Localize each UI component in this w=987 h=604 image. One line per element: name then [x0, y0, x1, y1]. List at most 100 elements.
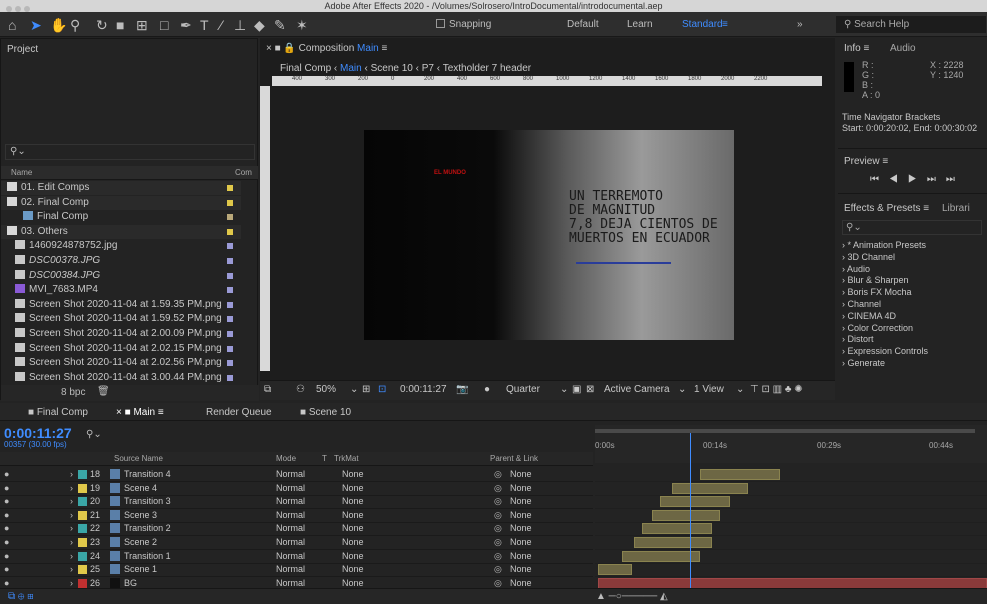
trkmat-dropdown[interactable]: None — [342, 467, 364, 481]
col-comment-label[interactable]: Com — [235, 168, 252, 177]
trkmat-dropdown[interactable]: None — [342, 521, 364, 535]
col-source-name[interactable]: Source Name — [114, 454, 163, 463]
project-item[interactable]: Screen Shot 2020-11-04 at 2.02.56 PM.png — [1, 356, 241, 370]
layer-duration-bar[interactable] — [598, 564, 632, 576]
chevron-down-icon[interactable]: ⌄ — [736, 384, 744, 395]
layer-label-color[interactable] — [78, 538, 87, 547]
mode-dropdown[interactable]: Normal — [276, 562, 305, 576]
pickwhip-icon[interactable]: ◎ — [494, 549, 502, 563]
info-tab[interactable]: Info ≡ — [844, 43, 869, 54]
expand-chevron-icon[interactable]: › — [70, 549, 73, 563]
effects-category[interactable]: › CINEMA 4D — [842, 311, 896, 321]
label-color-swatch[interactable] — [227, 331, 233, 337]
layer-name[interactable]: Scene 1 — [124, 562, 157, 576]
effects-category[interactable]: › * Animation Presets — [842, 240, 926, 250]
project-item[interactable]: Screen Shot 2020-11-04 at 2.00.09 PM.png — [1, 327, 241, 341]
col-t[interactable]: T — [322, 454, 327, 463]
crumb-scene-10[interactable]: Scene 10 — [371, 63, 413, 74]
transparency-icon[interactable]: ▣ — [572, 384, 581, 395]
effects-category[interactable]: › Generate — [842, 358, 885, 368]
label-color-swatch[interactable] — [227, 360, 233, 367]
label-color-swatch[interactable] — [227, 287, 233, 294]
trkmat-dropdown[interactable]: None — [342, 562, 364, 576]
grid-icon[interactable]: ⊞ — [362, 384, 370, 395]
label-color-swatch[interactable] — [227, 374, 233, 381]
workspace-learn[interactable]: Learn — [627, 19, 653, 30]
col-name-label[interactable]: Name — [11, 168, 32, 177]
mode-dropdown[interactable]: Normal — [276, 494, 305, 508]
eye-icon[interactable]: ● — [4, 467, 9, 481]
project-item[interactable]: 03. Others — [1, 224, 241, 239]
pickwhip-icon[interactable]: ◎ — [494, 481, 502, 495]
zoom-dropdown[interactable]: 50% — [316, 384, 336, 395]
mode-dropdown[interactable]: Normal — [276, 508, 305, 522]
trkmat-dropdown[interactable]: None — [342, 549, 364, 563]
trkmat-dropdown[interactable]: None — [342, 508, 364, 522]
pickwhip-icon[interactable]: ◎ — [494, 494, 502, 508]
project-item[interactable]: DSC00378.JPG — [1, 254, 241, 268]
time-ruler[interactable]: 0:00s 00:14s 00:29s 00:44s — [595, 425, 987, 463]
label-color-swatch[interactable] — [227, 316, 233, 323]
roto-brush-tool-icon[interactable]: ✎ — [274, 17, 286, 34]
label-color-swatch[interactable] — [227, 243, 233, 250]
layer-label-color[interactable] — [78, 483, 87, 493]
zoom-slider[interactable]: ▲ ─○───── ◭ — [596, 591, 668, 602]
effects-category[interactable]: › 3D Channel — [842, 252, 895, 262]
mask-icon[interactable]: ⊠ — [586, 384, 594, 395]
layer-label-color[interactable] — [78, 470, 87, 479]
layer-label-color[interactable] — [78, 565, 87, 575]
always-preview-icon[interactable]: ⧉ — [264, 384, 271, 395]
expand-chevron-icon[interactable]: › — [70, 494, 73, 508]
col-parent[interactable]: Parent & Link — [490, 454, 538, 463]
effects-category[interactable]: › Audio — [842, 264, 870, 274]
pickwhip-icon[interactable]: ◎ — [494, 535, 502, 549]
current-time-indicator[interactable] — [690, 433, 691, 601]
project-item[interactable]: 1460924878752.jpg — [1, 239, 241, 253]
libraries-tab[interactable]: Librari — [942, 203, 970, 214]
layer-duration-bar[interactable] — [672, 482, 748, 494]
effects-category[interactable]: › Boris FX Mocha — [842, 287, 912, 297]
layer-label-color[interactable] — [78, 551, 87, 561]
workspace-menu-icon[interactable]: ≡ — [722, 19, 728, 30]
trkmat-dropdown[interactable]: None — [342, 481, 364, 495]
bpc-label[interactable]: 8 bpc — [61, 387, 85, 398]
mode-dropdown[interactable]: Normal — [276, 535, 305, 549]
toggle-switches-icon[interactable]: ⧉ ⊕ ⊞ — [8, 591, 34, 602]
views-dropdown[interactable]: 1 View — [694, 384, 724, 395]
layer-search-input[interactable]: ⚲⌄ — [86, 429, 406, 443]
effects-category[interactable]: › Color Correction — [842, 323, 913, 333]
project-item[interactable]: Final Comp — [1, 210, 241, 224]
layer-name[interactable]: Transition 3 — [124, 494, 171, 508]
type-tool-icon[interactable]: T — [200, 17, 209, 33]
project-item[interactable]: Screen Shot 2020-11-04 at 3.00.44 PM.png — [1, 371, 241, 385]
effects-tab[interactable]: Effects & Presets ≡ — [844, 203, 929, 214]
label-color-swatch[interactable] — [227, 228, 233, 235]
layer-name[interactable]: Transition 2 — [124, 521, 171, 535]
trkmat-dropdown[interactable]: None — [342, 494, 364, 508]
effects-category[interactable]: › Distort — [842, 334, 874, 344]
parent-dropdown[interactable]: None — [510, 521, 532, 535]
parent-dropdown[interactable]: None — [510, 494, 532, 508]
crumb-main[interactable]: Main — [340, 63, 362, 74]
project-item[interactable]: 01. Edit Comps — [1, 181, 241, 195]
pickwhip-icon[interactable]: ◎ — [494, 467, 502, 481]
eye-icon[interactable]: ● — [4, 521, 9, 535]
eraser-tool-icon[interactable]: ◆ — [254, 17, 265, 34]
region-icon[interactable]: ⊡ — [378, 384, 386, 395]
crumb-final-comp[interactable]: Final Comp — [280, 63, 331, 74]
layer-duration-bar[interactable] — [652, 509, 720, 521]
expand-chevron-icon[interactable]: › — [70, 535, 73, 549]
workspace-standard[interactable]: Standard — [682, 19, 723, 30]
chevron-down-icon[interactable]: ⌄ — [678, 384, 686, 395]
col-trkmat[interactable]: TrkMat — [334, 454, 359, 463]
current-time[interactable]: 0:00:11:27 — [400, 384, 447, 395]
vr-icon[interactable]: ⚇ — [296, 384, 305, 395]
project-item[interactable]: Screen Shot 2020-11-04 at 2.02.15 PM.png — [1, 342, 241, 356]
layer-duration-bar[interactable] — [642, 523, 712, 535]
eye-icon[interactable]: ● — [4, 508, 9, 522]
layer-label-color[interactable] — [78, 497, 87, 507]
layer-label-color[interactable] — [78, 510, 87, 520]
layer-name[interactable]: Transition 4 — [124, 467, 171, 481]
pickwhip-icon[interactable]: ◎ — [494, 521, 502, 535]
eye-icon[interactable]: ● — [4, 549, 9, 563]
